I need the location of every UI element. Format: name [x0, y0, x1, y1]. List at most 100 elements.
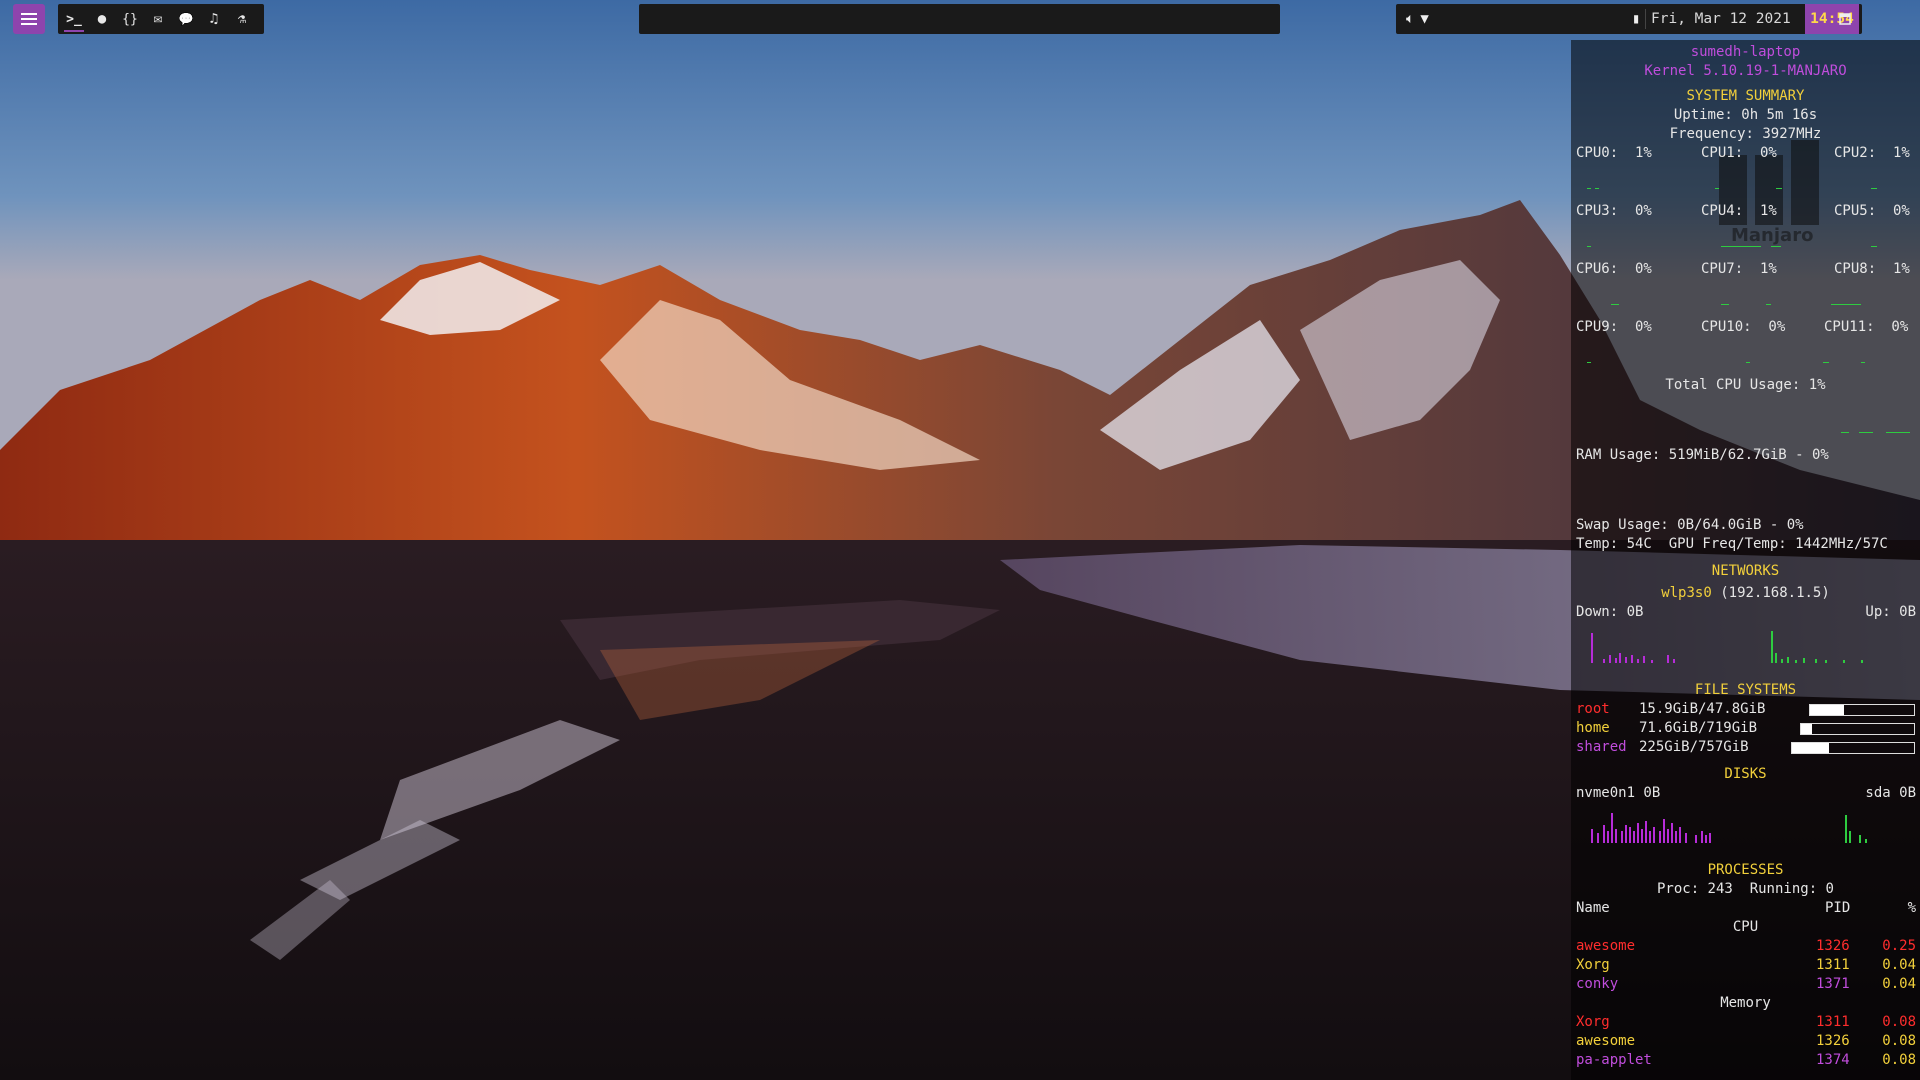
mem-proc-3-pct: 0.08 — [1882, 1052, 1916, 1068]
disks-heading: DISKS — [1724, 766, 1767, 782]
cpu0-graph-2 — [1595, 188, 1599, 189]
launcher-button[interactable] — [13, 4, 45, 34]
disk-graph — [1591, 813, 1867, 843]
network-interface: wlp3s0 (192.168.1.5) — [1571, 584, 1920, 603]
chat-icon: 💬 — [178, 12, 194, 26]
cpu9: CPU9: 0% — [1576, 319, 1652, 335]
mem-proc-3-name: pa-applet — [1576, 1052, 1652, 1068]
cpu4: CPU4: 1% — [1701, 203, 1777, 219]
conky-panel: sumedh-laptop Kernel 5.10.19-1-MANJARO S… — [1571, 40, 1920, 1080]
tag-list: >_ ● {} ✉ 💬 ♫ ⚗ — [58, 4, 264, 34]
cpu-proc-3-pid: 1371 — [1816, 976, 1850, 992]
tray-separator — [1645, 9, 1646, 29]
fs-root-bar — [1809, 704, 1915, 716]
cpu11-graph — [1823, 362, 1829, 363]
flask-icon: ⚗ — [237, 11, 247, 27]
cpu8-graph — [1831, 304, 1861, 305]
cpu-process-label: CPU — [1732, 919, 1759, 935]
cpu-proc-2-pct: 0.04 — [1882, 957, 1916, 973]
tag-terminal[interactable]: >_ — [62, 4, 86, 34]
volume-icon[interactable]: 🔈︎ — [1406, 11, 1414, 27]
terminal-icon: >_ — [66, 11, 82, 27]
cpu3-graph — [1587, 246, 1591, 247]
cpu7: CPU7: 1% — [1701, 261, 1777, 277]
cpu4-graph — [1721, 246, 1761, 247]
date-display[interactable]: Fri, Mar 12 2021 — [1651, 4, 1791, 34]
col-pct-header: % — [1907, 900, 1916, 916]
cpu7-graph-2 — [1766, 304, 1771, 305]
battery-charging-icon[interactable]: ▮ — [1632, 11, 1640, 27]
fs-home-usage: 71.6GiB/719GiB — [1639, 720, 1758, 736]
mem-proc-2-pid: 1326 — [1816, 1033, 1850, 1049]
mem-proc-2-name: awesome — [1576, 1033, 1636, 1049]
cpu6-graph — [1611, 304, 1619, 305]
process-summary: Proc: 243 Running: 0 — [1656, 881, 1834, 897]
fs-home-fill — [1801, 724, 1813, 734]
net-down: Down: 0B — [1576, 604, 1644, 620]
cpu9-graph — [1587, 362, 1591, 363]
cpu10: CPU10: 0% — [1701, 319, 1786, 335]
layout-switcher[interactable] — [1828, 4, 1862, 34]
cpu-proc-1-name: awesome — [1576, 938, 1636, 954]
mem-proc-3-pid: 1374 — [1816, 1052, 1850, 1068]
tag-music[interactable]: ♫ — [202, 4, 226, 34]
cpu-proc-2-pid: 1311 — [1816, 957, 1850, 973]
tag-lab[interactable]: ⚗ — [230, 4, 254, 34]
cpu-proc-1-pct: 0.25 — [1882, 938, 1916, 954]
cpu11: CPU11: 0% — [1824, 319, 1909, 335]
cpu2-graph — [1871, 188, 1877, 189]
disk-nvme0n1: nvme0n1 0B — [1576, 785, 1661, 801]
cpu-proc-3-name: conky — [1576, 976, 1619, 992]
manjaro-logo-text: Manjaro — [1731, 225, 1814, 246]
cpu2: CPU2: 1% — [1834, 145, 1910, 161]
temperature: Temp: 54C GPU Freq/Temp: 1442MHz/57C — [1576, 536, 1888, 552]
total-cpu-usage: Total CPU Usage: 1% — [1665, 377, 1826, 393]
fs-shared-fill — [1792, 743, 1829, 753]
wifi-icon[interactable]: ▼ — [1420, 11, 1428, 27]
tasklist[interactable] — [639, 4, 1280, 34]
cpu1-graph-2 — [1776, 188, 1782, 189]
code-braces-icon: {} — [122, 11, 138, 27]
col-name-header: Name — [1576, 900, 1610, 916]
cpu8: CPU8: 1% — [1834, 261, 1910, 277]
total-cpu-graph — [1841, 432, 1849, 433]
total-cpu-graph-2 — [1859, 432, 1873, 433]
swap-usage: Swap Usage: 0B/64.0GiB - 0% — [1576, 517, 1804, 533]
cpu6: CPU6: 0% — [1576, 261, 1652, 277]
interface-ip: (192.168.1.5) — [1720, 585, 1830, 601]
cpu5: CPU5: 0% — [1834, 203, 1910, 219]
networks-heading: NETWORKS — [1711, 563, 1780, 579]
cpu-proc-3-pct: 0.04 — [1882, 976, 1916, 992]
mem-proc-1-pid: 1311 — [1816, 1014, 1850, 1030]
cpu5-graph — [1871, 246, 1877, 247]
tag-chat[interactable]: 💬 — [174, 4, 198, 34]
cpu1: CPU1: 0% — [1701, 145, 1777, 161]
cpu7-graph — [1721, 304, 1729, 305]
net-up: Up: 0B — [1865, 604, 1916, 620]
kernel-version: Kernel 5.10.19-1-MANJARO — [1644, 63, 1847, 79]
manjaro-logo: Manjaro — [1719, 100, 1829, 250]
interface-name: wlp3s0 — [1661, 585, 1712, 601]
tag-browser[interactable]: ● — [90, 4, 114, 34]
file-systems-heading: FILE SYSTEMS — [1694, 682, 1797, 698]
memory-process-label: Memory — [1720, 995, 1771, 1011]
fs-shared-usage: 225GiB/757GiB — [1639, 739, 1749, 755]
processes-heading: PROCESSES — [1707, 862, 1784, 878]
total-cpu-graph-3 — [1886, 432, 1910, 433]
fs-home-name: home — [1576, 720, 1610, 736]
fs-home-bar — [1800, 723, 1915, 735]
ram-usage: RAM Usage: 519MiB/62.7GiB - 0% — [1576, 447, 1829, 463]
fs-root-fill — [1810, 705, 1845, 715]
music-icon: ♫ — [209, 11, 219, 27]
fs-shared-bar — [1791, 742, 1915, 754]
cpu0: CPU0: 1% — [1576, 145, 1652, 161]
disk-sda: sda 0B — [1865, 785, 1916, 801]
tag-code[interactable]: {} — [118, 4, 142, 34]
cpu1-graph — [1715, 188, 1719, 189]
cpu11-graph-2 — [1861, 362, 1865, 363]
tag-mail[interactable]: ✉ — [146, 4, 170, 34]
cpu-proc-2-name: Xorg — [1576, 957, 1610, 973]
mem-proc-2-pct: 0.08 — [1882, 1033, 1916, 1049]
cpu4-graph-2 — [1771, 246, 1781, 247]
fs-root-usage: 15.9GiB/47.8GiB — [1639, 701, 1766, 717]
